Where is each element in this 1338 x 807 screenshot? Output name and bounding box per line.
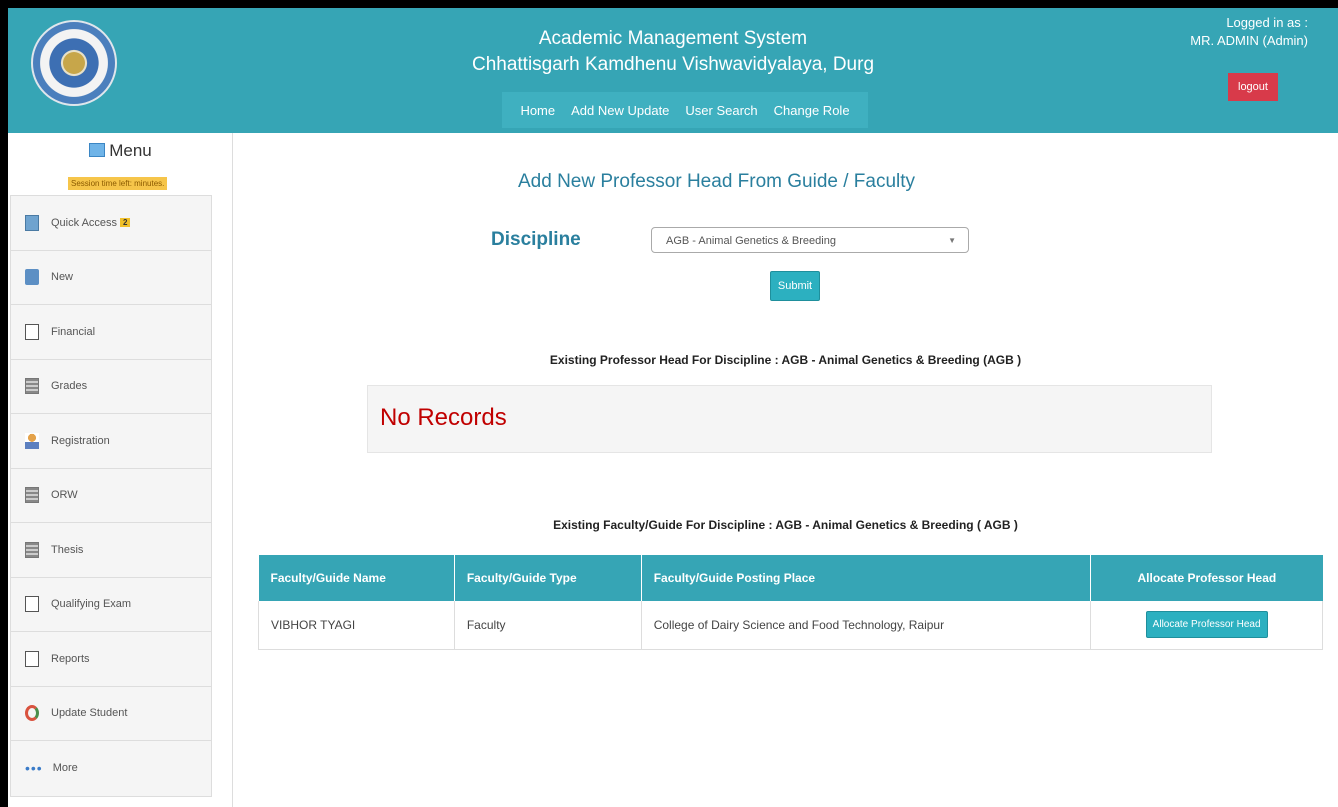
allocate-professor-head-button[interactable]: Allocate Professor Head: [1145, 611, 1268, 639]
sidebar-item-label: Grades: [51, 380, 88, 393]
user-name: MR. ADMIN (Admin): [1190, 33, 1308, 48]
sidebar-item-label: New: [51, 271, 74, 284]
sidebar-item-label: Financial: [51, 325, 96, 338]
sidebar-item-label: Quick Access: [51, 216, 118, 229]
registration-icon: [25, 432, 39, 449]
submit-button[interactable]: Submit: [770, 271, 820, 301]
discipline-select[interactable]: AGB - Animal Genetics & Breeding ▼: [651, 227, 969, 253]
sidebar-item-new[interactable]: New: [11, 251, 211, 305]
sidebar-item-registration[interactable]: Registration: [11, 414, 211, 469]
qualifying-exam-icon: [25, 596, 39, 613]
sidebar-item-label: Registration: [51, 434, 110, 447]
no-records-text: No Records: [380, 404, 507, 431]
sidebar-item-quick-access[interactable]: Quick Access 2: [11, 196, 211, 251]
column-header-place: Faculty/Guide Posting Place: [641, 555, 1092, 601]
table-header-row: Faculty/Guide Name Faculty/Guide Type Fa…: [258, 555, 1323, 601]
existing-faculty-heading: Existing Faculty/Guide For Discipline : …: [553, 518, 1018, 532]
faculty-name-cell: VIBHOR TYAGI: [258, 601, 455, 650]
no-records-panel: No Records: [367, 385, 1212, 453]
page-title: Add New Professor Head From Guide / Facu…: [518, 171, 916, 192]
column-header-name: Faculty/Guide Name: [258, 555, 455, 601]
app-title: Academic Management System: [538, 28, 808, 49]
home-icon: [89, 143, 106, 157]
sidebar-item-thesis[interactable]: Thesis: [11, 523, 211, 578]
nav-change-role[interactable]: Change Role: [766, 103, 858, 118]
sidebar-item-more[interactable]: ••• More: [11, 741, 211, 796]
sidebar-item-qualifying-exam[interactable]: Qualifying Exam: [11, 578, 211, 632]
grades-icon: [25, 378, 39, 395]
reports-icon: [25, 650, 39, 667]
logout-button[interactable]: logout: [1228, 73, 1278, 101]
header-bar: Academic Management System Chhattisgarh …: [8, 8, 1338, 133]
sidebar-item-label: Update Student: [51, 707, 128, 720]
menu-title: Menu: [109, 141, 152, 160]
faculty-type-cell: Faculty: [454, 601, 642, 650]
sidebar-item-label: Thesis: [51, 543, 84, 556]
column-header-type: Faculty/Guide Type: [454, 555, 642, 601]
nav-user-search[interactable]: User Search: [677, 103, 765, 118]
sidebar-item-reports[interactable]: Reports: [11, 632, 211, 687]
table-row: VIBHOR TYAGI Faculty College of Dairy Sc…: [258, 601, 1323, 650]
main-content: Add New Professor Head From Guide / Facu…: [233, 133, 1338, 807]
nav-home[interactable]: Home: [512, 103, 563, 118]
allocate-cell: Allocate Professor Head: [1090, 601, 1323, 650]
dropdown-arrow-icon: ▼: [948, 236, 956, 245]
update-student-icon: [25, 705, 39, 722]
discipline-selected-value: AGB - Animal Genetics & Breeding: [666, 235, 836, 247]
login-info: Logged in as : MR. ADMIN (Admin): [1190, 14, 1308, 50]
existing-head-heading: Existing Professor Head For Discipline :…: [549, 353, 1022, 367]
sidebar-item-financial[interactable]: Financial: [11, 305, 211, 360]
quick-access-badge: 2: [120, 218, 131, 228]
sidebar-item-orw[interactable]: ORW: [11, 469, 211, 523]
quick-access-icon: [25, 214, 39, 231]
sidebar-item-update-student[interactable]: Update Student: [11, 687, 211, 741]
column-header-allocate: Allocate Professor Head: [1090, 555, 1323, 601]
logged-in-label: Logged in as :: [1226, 15, 1308, 30]
sidebar-item-label: ORW: [51, 489, 78, 502]
menu-heading: Menu: [8, 141, 233, 161]
faculty-table: Faculty/Guide Name Faculty/Guide Type Fa…: [258, 555, 1323, 650]
sidebar-item-label: Qualifying Exam: [51, 598, 132, 611]
faculty-place-cell: College of Dairy Science and Food Techno…: [641, 601, 1092, 650]
sidebar-item-grades[interactable]: Grades: [11, 360, 211, 414]
discipline-label: Discipline: [491, 229, 581, 250]
thesis-icon: [25, 541, 39, 558]
financial-icon: [25, 323, 39, 340]
more-dots-icon: •••: [25, 760, 43, 777]
session-timer: Session time left: minutes.: [68, 177, 168, 190]
sidebar-menu: Quick Access 2 New Financial Grades Regi…: [10, 195, 212, 797]
new-file-icon: [25, 269, 39, 286]
university-name: Chhattisgarh Kamdhenu Vishwavidyalaya, D…: [471, 54, 875, 75]
app-frame: Academic Management System Chhattisgarh …: [8, 8, 1338, 807]
sidebar-item-label: More: [52, 762, 78, 775]
sidebar: Menu Session time left: minutes. Quick A…: [8, 133, 233, 807]
sidebar-item-label: Reports: [51, 652, 90, 665]
top-nav: Home Add New Update User Search Change R…: [502, 92, 868, 128]
orw-icon: [25, 487, 39, 504]
nav-add-new-update[interactable]: Add New Update: [563, 103, 677, 118]
